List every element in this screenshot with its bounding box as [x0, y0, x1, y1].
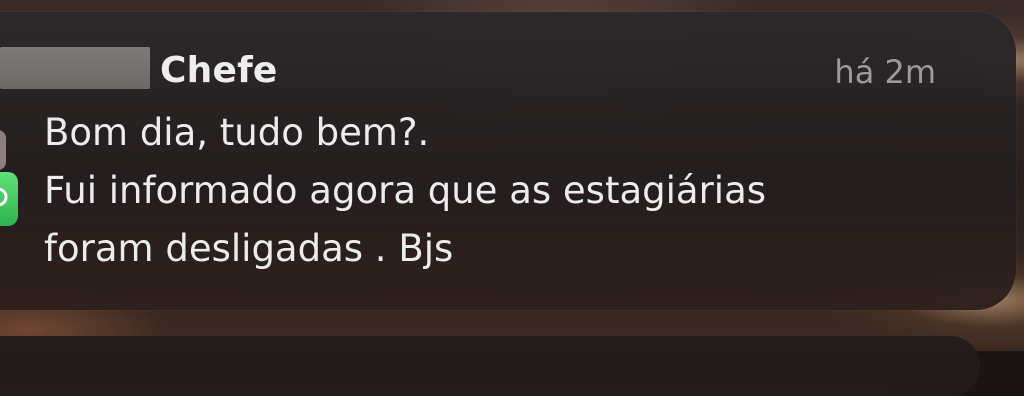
next-notification-card[interactable]	[0, 336, 980, 396]
whatsapp-glyph-icon	[0, 187, 8, 207]
message-line: Bom dia, tudo bem?.	[44, 111, 430, 154]
notification-message: Bom dia, tudo bem?. Fui informado agora …	[44, 104, 944, 278]
notification-sender: Chefe	[160, 50, 278, 91]
whatsapp-icon	[0, 172, 18, 226]
message-line: Fui informado agora que as estagiárias	[44, 169, 767, 212]
message-line: foram desligadas . Bjs	[44, 227, 454, 270]
sender-avatar	[0, 130, 6, 170]
redacted-sender-block	[0, 47, 150, 89]
notification-timestamp: há 2m	[834, 53, 936, 91]
